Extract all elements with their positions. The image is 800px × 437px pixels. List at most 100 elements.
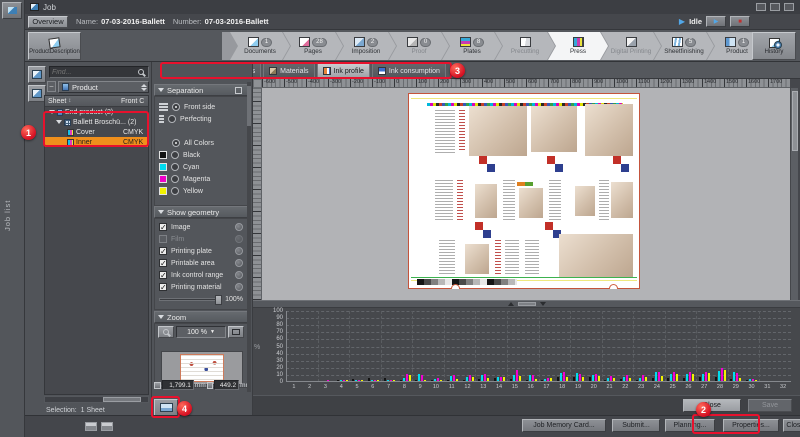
product-description-button[interactable]: ProductDescription bbox=[28, 32, 81, 60]
print-settings-icon[interactable] bbox=[101, 422, 113, 431]
tree-row-inner[interactable]: Inner CMYK bbox=[45, 137, 148, 147]
step-proof[interactable]: 0Proof bbox=[389, 32, 449, 60]
start-button[interactable]: ▶ bbox=[706, 16, 726, 27]
perfecting-radio[interactable] bbox=[168, 115, 176, 123]
window-detach-icon[interactable] bbox=[756, 3, 766, 11]
collapse-button[interactable]: – bbox=[47, 81, 56, 92]
inspector-scrollbar[interactable] bbox=[247, 82, 251, 392]
scrollbar-thumb[interactable] bbox=[792, 91, 798, 151]
opacity-slider[interactable] bbox=[159, 298, 221, 301]
tree-row-ballett[interactable]: Ballett Broschü... (2) bbox=[45, 117, 148, 127]
stop-button[interactable]: ■ bbox=[730, 16, 750, 27]
cyan-radio[interactable] bbox=[171, 163, 179, 171]
close-button[interactable]: Close bbox=[683, 399, 741, 412]
ink-control-range-checkbox[interactable]: ✓ bbox=[159, 271, 167, 279]
all-colors-radio[interactable] bbox=[172, 139, 180, 147]
yellow-option[interactable]: Yellow bbox=[155, 185, 247, 197]
tree-row-end-product[interactable]: End product (2) bbox=[45, 107, 148, 117]
preview-vertical-scrollbar[interactable] bbox=[790, 88, 798, 300]
separation-section-header[interactable]: Separation bbox=[154, 84, 248, 96]
magenta-radio[interactable] bbox=[171, 175, 179, 183]
window-maximize-icon[interactable] bbox=[770, 3, 780, 11]
submit-button[interactable]: Submit... bbox=[612, 419, 660, 432]
step-imposition[interactable]: 2Imposition bbox=[336, 32, 396, 60]
job-memory-card-button[interactable]: Job Memory Card... bbox=[522, 419, 606, 432]
splitter-grip[interactable] bbox=[518, 302, 536, 306]
zoom-level-dropdown[interactable]: 100 %▼ bbox=[176, 326, 226, 338]
step-pages[interactable]: 28Pages bbox=[283, 32, 343, 60]
all-colors-option[interactable]: All Colors bbox=[155, 137, 247, 149]
film-checkbox[interactable] bbox=[159, 235, 167, 243]
zoom-tool-button[interactable] bbox=[158, 326, 174, 338]
printing-material-indicator[interactable] bbox=[235, 283, 243, 291]
properties-button[interactable]: Properties... bbox=[723, 419, 779, 432]
geometry-ink-control-range-row[interactable]: ✓Ink control range bbox=[155, 269, 247, 281]
column-sheet[interactable]: Sheet bbox=[48, 98, 66, 105]
cyan-option[interactable]: Cyan bbox=[155, 161, 247, 173]
y-coordinate-value[interactable]: 449.2 bbox=[214, 380, 239, 390]
job-list-vertical-label[interactable]: Job list bbox=[3, 170, 21, 260]
separation-checkbox[interactable] bbox=[235, 87, 242, 94]
history-button[interactable]: History bbox=[752, 32, 796, 60]
show-geometry-section-header[interactable]: Show geometry bbox=[154, 206, 248, 218]
step-digital-printing[interactable]: Digital Printing bbox=[601, 32, 661, 60]
product-selector[interactable]: Product bbox=[58, 81, 149, 93]
tab-ink-profile[interactable]: Ink profile bbox=[317, 63, 370, 78]
tree-row-cover[interactable]: Cover CMYK bbox=[45, 127, 148, 137]
image-indicator[interactable] bbox=[235, 223, 243, 231]
printable-area-indicator[interactable] bbox=[235, 259, 243, 267]
black-radio[interactable] bbox=[171, 151, 179, 159]
geometry-film-row[interactable]: Film bbox=[155, 233, 247, 245]
close-job-button[interactable]: Close Job bbox=[783, 419, 800, 432]
window-close-icon[interactable] bbox=[784, 3, 794, 11]
splitter-up-icon[interactable] bbox=[508, 302, 514, 306]
job-list-tab-button[interactable] bbox=[2, 2, 22, 19]
front-side-option[interactable]: Front side bbox=[155, 101, 247, 113]
tab-ink-consumption[interactable]: Ink consumption bbox=[372, 63, 446, 78]
tab-materials[interactable]: Materials bbox=[263, 63, 314, 78]
expander-icon[interactable] bbox=[49, 110, 55, 114]
splitter-down-icon[interactable] bbox=[540, 302, 546, 306]
printing-plate-indicator[interactable] bbox=[235, 247, 243, 255]
step-sheetfinishing[interactable]: 5Sheetfinishing bbox=[654, 32, 714, 60]
perfecting-option[interactable]: Perfecting bbox=[155, 113, 247, 125]
printing-material-checkbox[interactable]: ✓ bbox=[159, 283, 167, 291]
front-side-radio[interactable] bbox=[172, 103, 180, 111]
image-preview-toggle-button[interactable] bbox=[154, 399, 178, 416]
geometry-printing-plate-row[interactable]: ✓Printing plate bbox=[155, 245, 247, 257]
geometry-image-row[interactable]: ✓Image bbox=[155, 221, 247, 233]
black-option[interactable]: Black bbox=[155, 149, 247, 161]
x-coordinate-value[interactable]: 1,799.1 bbox=[162, 380, 194, 390]
find-input[interactable] bbox=[50, 69, 138, 76]
slider-handle[interactable] bbox=[215, 295, 222, 305]
geometry-printing-material-row[interactable]: ✓Printing material bbox=[155, 281, 247, 293]
step-press[interactable]: Press bbox=[548, 32, 608, 60]
tree-horizontal-scrollbar[interactable] bbox=[44, 396, 149, 403]
ink-control-range-indicator[interactable] bbox=[235, 271, 243, 279]
zoom-section-header[interactable]: Zoom bbox=[154, 311, 248, 323]
scrollbar-thumb[interactable] bbox=[247, 86, 251, 126]
image-checkbox[interactable]: ✓ bbox=[159, 223, 167, 231]
column-front-color[interactable]: Front C bbox=[121, 98, 144, 105]
expander-icon[interactable] bbox=[56, 120, 62, 124]
scrollbar-thumb[interactable] bbox=[103, 397, 141, 402]
zoom-fit-button[interactable] bbox=[228, 326, 244, 338]
chart-splitter[interactable] bbox=[253, 300, 800, 308]
step-plates[interactable]: 8Plates bbox=[442, 32, 502, 60]
planning-button[interactable]: Planning... bbox=[665, 419, 715, 432]
save-button[interactable]: Save bbox=[748, 399, 792, 412]
tree-header[interactable]: Sheet ↕ Front C bbox=[45, 96, 148, 107]
yellow-radio[interactable] bbox=[171, 187, 179, 195]
find-field[interactable] bbox=[49, 66, 149, 78]
geometry-printable-area-row[interactable]: ✓Printable area bbox=[155, 257, 247, 269]
printing-plate-checkbox[interactable]: ✓ bbox=[159, 247, 167, 255]
print-icon[interactable] bbox=[85, 422, 97, 431]
product-spinner[interactable] bbox=[141, 84, 147, 91]
sheet-preview-canvas[interactable] bbox=[262, 88, 790, 300]
overview-button[interactable]: Overview bbox=[28, 16, 68, 28]
step-documents[interactable]: 1Documents bbox=[230, 32, 290, 60]
printable-area-checkbox[interactable]: ✓ bbox=[159, 259, 167, 267]
step-precutting[interactable]: Precutting bbox=[495, 32, 555, 60]
magenta-option[interactable]: Magenta bbox=[155, 173, 247, 185]
sheet-view-button[interactable] bbox=[28, 66, 46, 83]
